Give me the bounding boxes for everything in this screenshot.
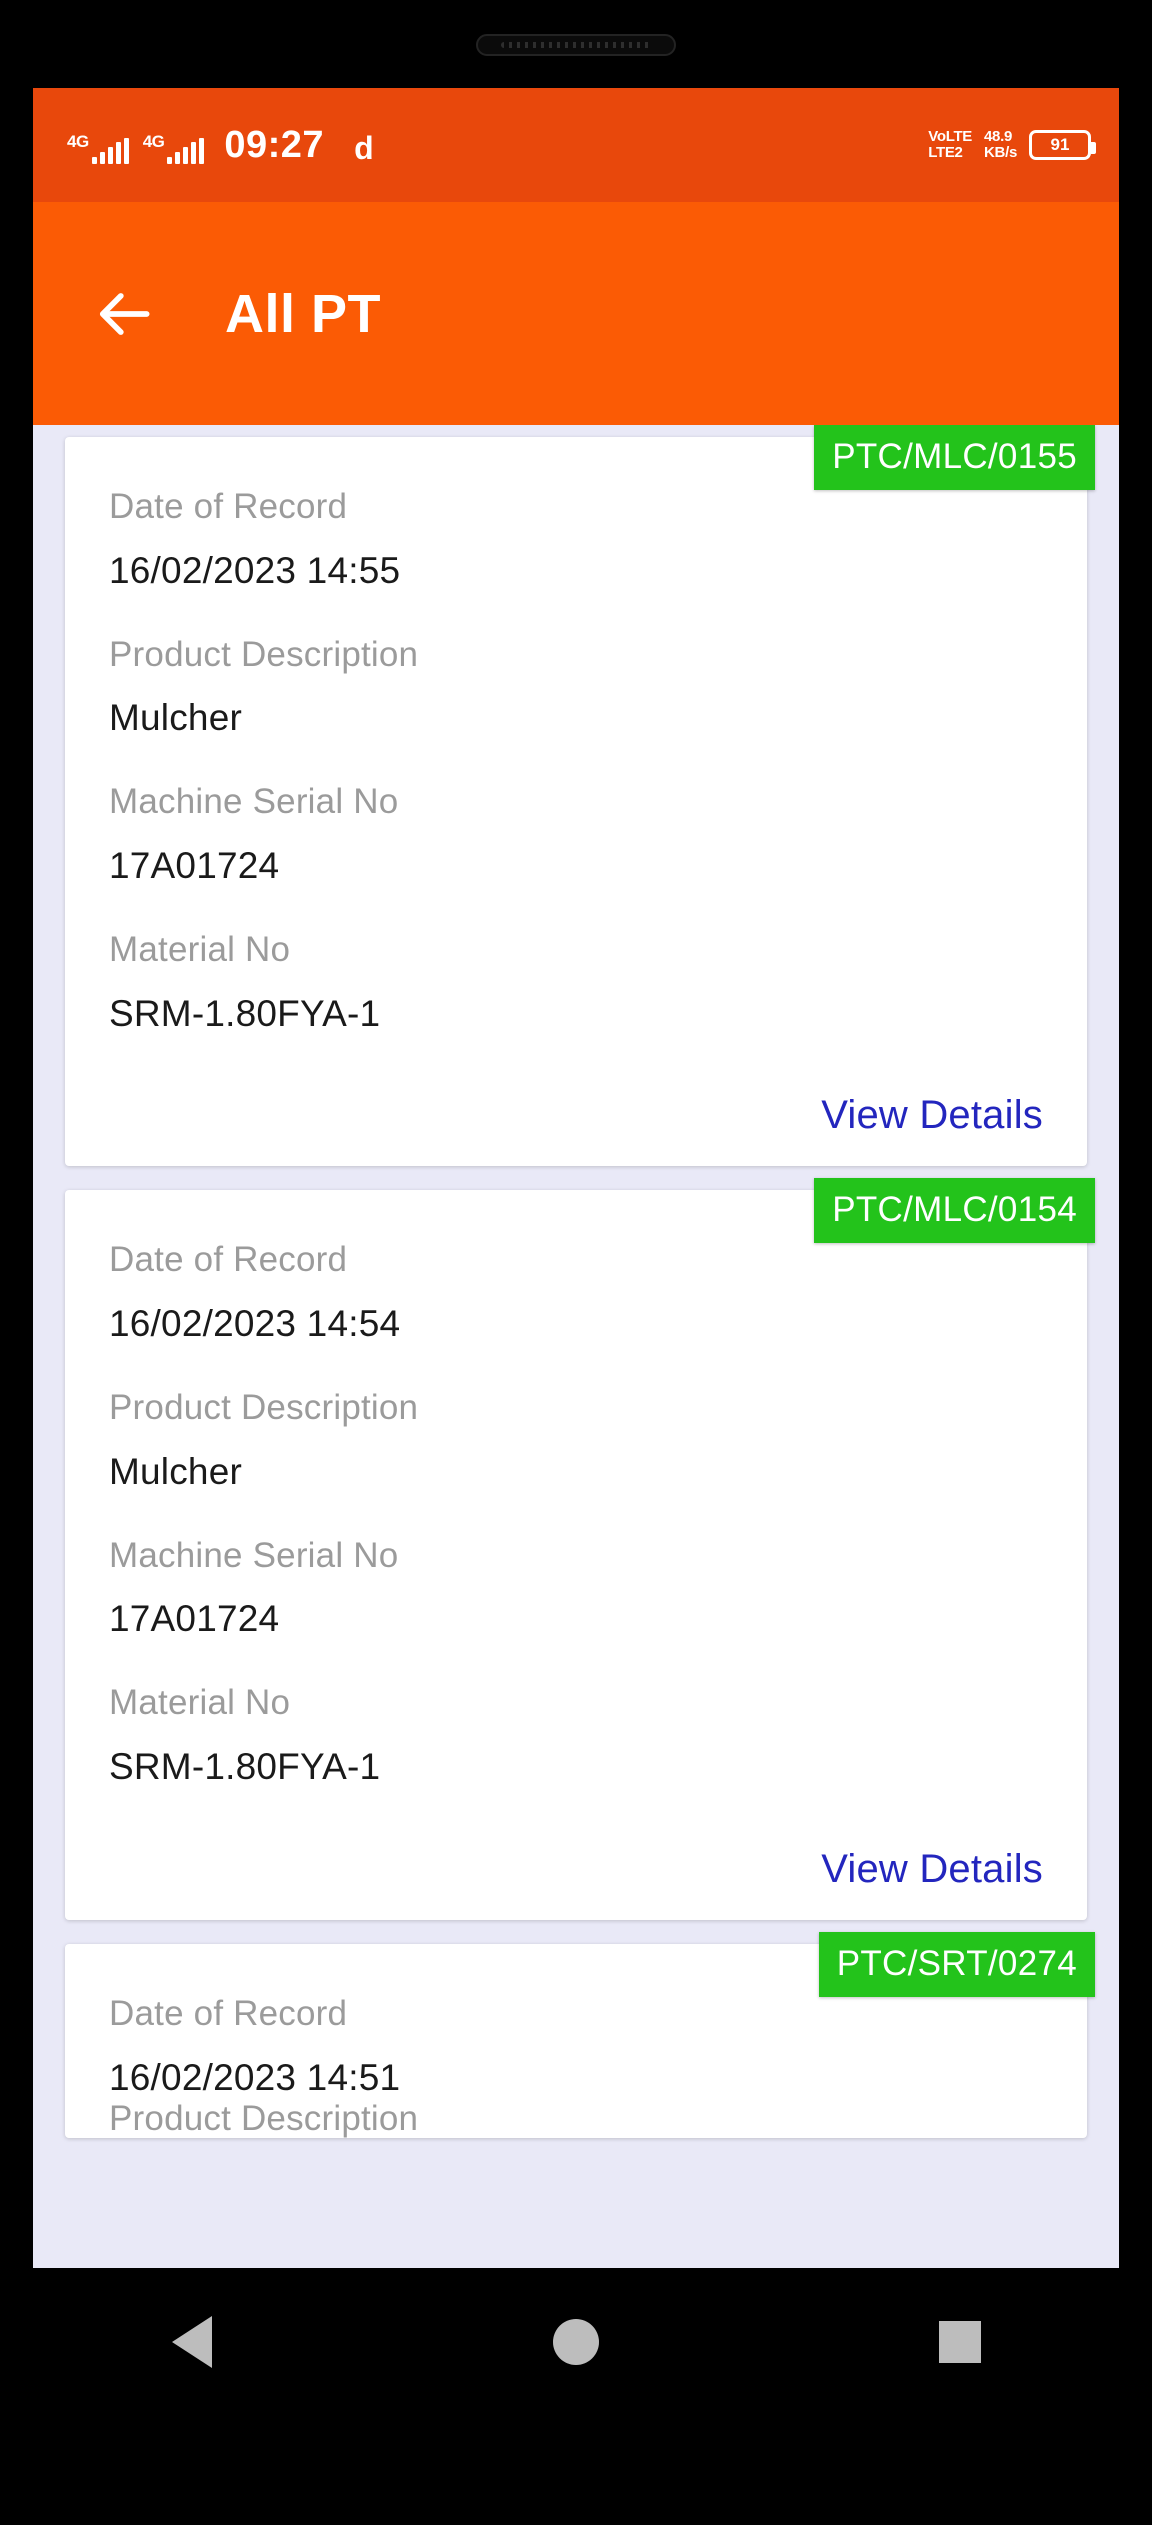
field-label: Machine Serial No [109,782,399,822]
top-bezel [0,0,1152,88]
record-card[interactable]: PTC/MLC/0155 Date of Record 16/02/2023 1… [65,425,1095,1167]
field-value: SRM-1.80FYA-1 [109,1745,381,1787]
field-product-description: Product Description [109,2101,1043,2138]
data-rate-indicator: 48.9 KB/s [984,129,1017,161]
page-title: All PT [225,283,382,344]
field-machine-serial-no: Machine Serial No 17A01724 [109,1535,1043,1640]
signal-bars-icon-2 [167,138,205,164]
status-badge: PTC/MLC/0154 [814,1178,1095,1244]
phone-screen: 4G 4G 09:27 d VoLTE LTE2 48.9 KB/s 91 Al… [33,88,1119,2268]
field-value: Mulcher [109,697,242,739]
nav-home-button[interactable] [516,2297,636,2387]
data-rate-value: 48.9 [984,128,1013,146]
status-bar: 4G 4G 09:27 d VoLTE LTE2 48.9 KB/s 91 [33,88,1119,202]
field-date-of-record: Date of Record 16/02/2023 14:51 [109,1993,1043,2098]
status-badge: PTC/SRT/0274 [818,1931,1095,1997]
speaker-grille-icon [501,42,651,48]
status-bar-left: 4G 4G 09:27 d [67,126,928,164]
square-recents-icon [939,2321,981,2363]
signal-indicator-sim1: 4G [67,133,129,164]
status-bar-right: VoLTE LTE2 48.9 KB/s 91 [928,129,1096,161]
field-value: 16/02/2023 14:54 [109,1303,401,1345]
field-value: 16/02/2023 14:51 [109,2056,401,2098]
field-label: Machine Serial No [109,1535,399,1575]
back-button[interactable] [95,283,157,345]
status-bar-clock: 09:27 [224,124,325,166]
field-product-description: Product Description Mulcher [109,1387,1043,1492]
field-label: Product Description [109,2099,419,2139]
circle-home-icon [553,2319,599,2365]
field-material-no: Material No SRM-1.80FYA-1 [109,1683,1043,1787]
volte-icon: VoLTE LTE2 [928,129,972,161]
view-details-link[interactable]: View Details [821,1847,1043,1891]
field-value: 17A01724 [109,1598,280,1640]
record-card[interactable]: PTC/SRT/0274 Date of Record 16/02/2023 1… [65,1931,1095,2139]
card-actions: View Details [109,1833,1043,1892]
bottom-bezel [0,2416,1152,2525]
device-frame: 4G 4G 09:27 d VoLTE LTE2 48.9 KB/s 91 Al… [0,0,1152,2525]
field-date-of-record: Date of Record 16/02/2023 14:54 [109,1242,1043,1344]
field-product-description: Product Description Mulcher [109,634,1043,739]
volte-label-line2: LTE2 [928,144,963,161]
record-card[interactable]: PTC/MLC/0154 Date of Record 16/02/2023 1… [65,1178,1095,1920]
battery-level-label: 91 [1050,135,1070,154]
signal-bars-icon-1 [91,138,129,164]
android-nav-bar [0,2268,1152,2416]
status-bar-extra-indicator: d [354,130,374,166]
field-label: Product Description [109,634,419,674]
nav-back-button[interactable] [132,2297,252,2387]
network-type-label-2: 4G [142,132,165,151]
network-type-label-1: 4G [67,132,89,151]
field-label: Material No [109,1683,291,1723]
battery-icon: 91 [1029,130,1096,160]
data-rate-unit: KB/s [984,144,1017,161]
field-value: SRM-1.80FYA-1 [109,992,381,1034]
view-details-link[interactable]: View Details [821,1093,1043,1137]
field-material-no: Material No SRM-1.80FYA-1 [109,929,1043,1034]
field-value: 17A01724 [109,844,280,886]
camera-pill [476,34,676,56]
card-actions: View Details [109,1079,1043,1138]
signal-indicator-sim2: 4G [143,133,205,164]
triangle-back-icon [172,2316,212,2368]
field-value: 16/02/2023 14:55 [109,549,401,591]
nav-recents-button[interactable] [900,2297,1020,2387]
field-date-of-record: Date of Record 16/02/2023 14:55 [109,487,1043,591]
volte-label-line1: VoLTE [928,128,973,146]
status-badge: PTC/MLC/0155 [814,425,1095,490]
app-bar: All PT [33,202,1119,425]
field-label: Material No [109,929,291,969]
field-label: Product Description [109,1387,419,1427]
field-label: Date of Record [109,1240,348,1280]
field-label: Date of Record [109,1993,348,2033]
field-machine-serial-no: Machine Serial No 17A01724 [109,782,1043,886]
record-list[interactable]: PTC/MLC/0155 Date of Record 16/02/2023 1… [33,425,1119,2268]
arrow-left-icon [99,292,150,335]
field-value: Mulcher [109,1450,242,1492]
field-label: Date of Record [109,487,348,526]
